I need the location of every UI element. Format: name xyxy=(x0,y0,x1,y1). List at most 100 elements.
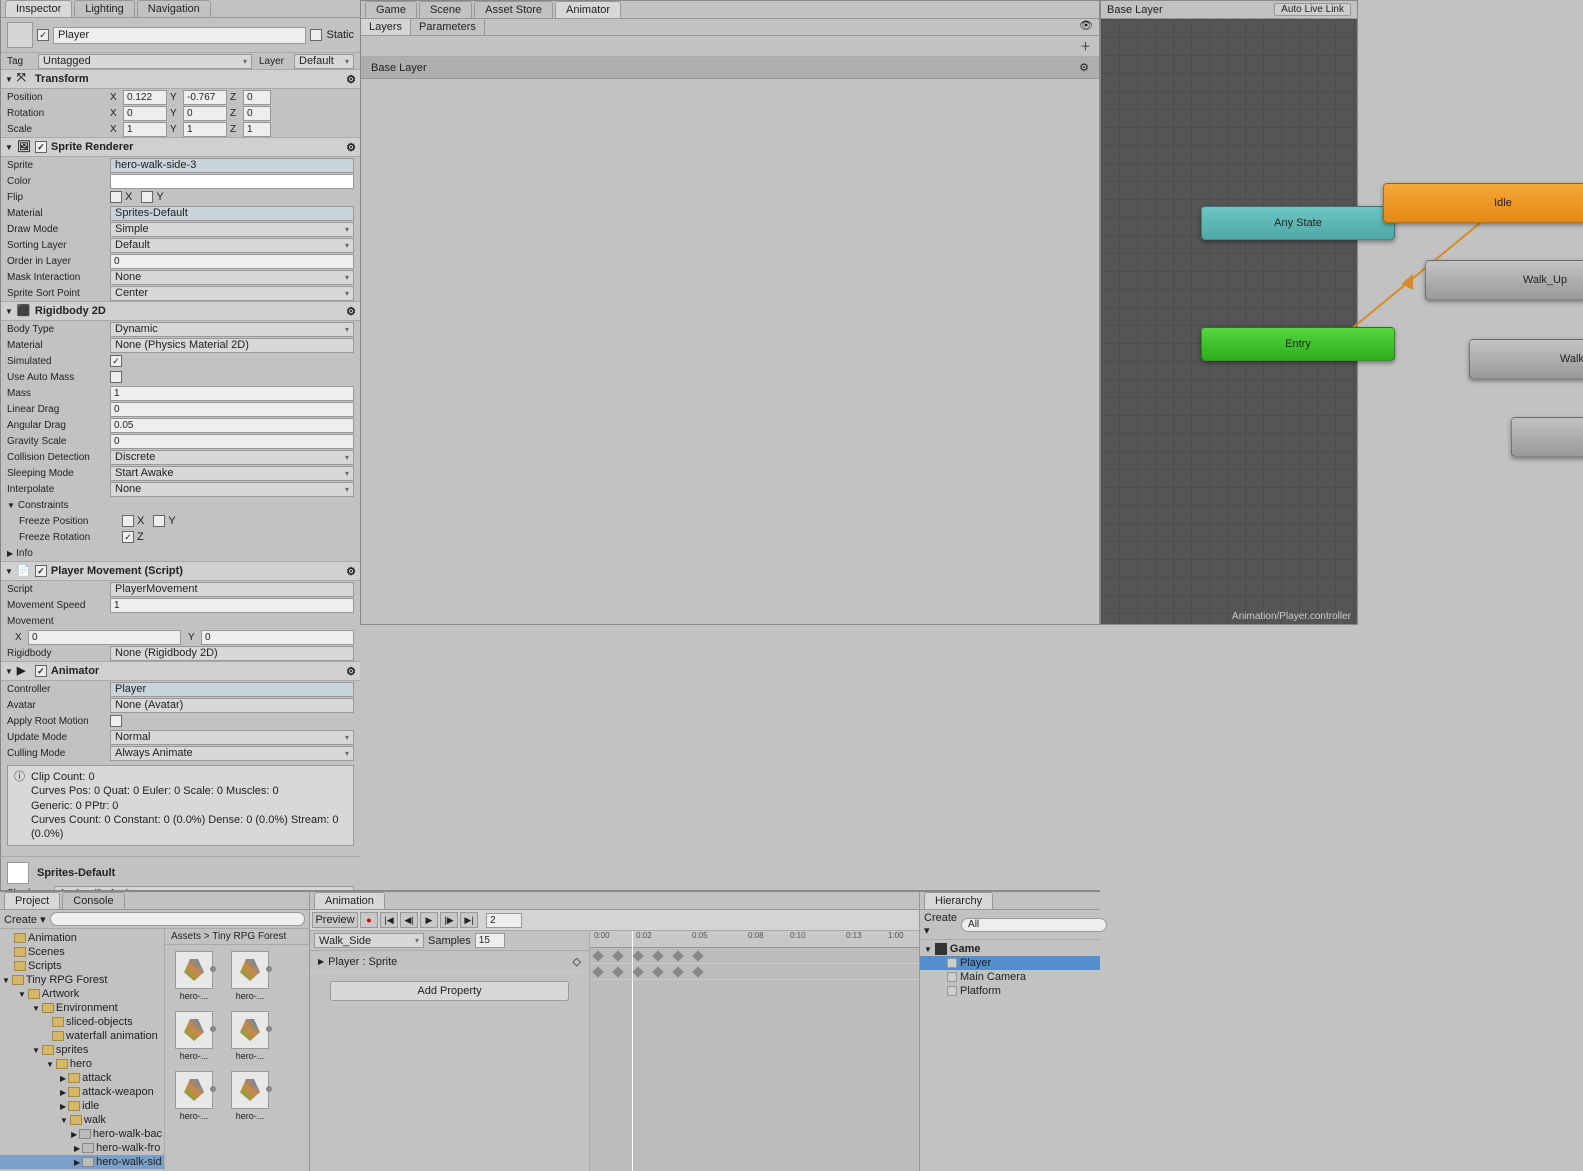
first-frame-button[interactable]: |◀ xyxy=(380,912,398,928)
bodytype-dropdown[interactable]: Dynamic xyxy=(110,322,354,337)
keyframe[interactable] xyxy=(592,966,603,977)
hierarchy-item-platform[interactable]: Platform xyxy=(920,984,1100,998)
keyframe[interactable] xyxy=(672,966,683,977)
gear-icon[interactable]: ⚙ xyxy=(346,73,356,86)
tab-console[interactable]: Console xyxy=(62,892,124,909)
speed-field[interactable] xyxy=(110,598,354,613)
keyframe-row[interactable] xyxy=(590,948,919,964)
breadcrumb[interactable]: Base Layer xyxy=(1107,4,1163,16)
add-layer-button[interactable]: ＋ xyxy=(1080,41,1091,53)
keyframe[interactable] xyxy=(632,950,643,961)
tab-scene[interactable]: Scene xyxy=(419,1,472,18)
pm-enabled[interactable] xyxy=(35,565,47,577)
asset-thumb[interactable]: hero-... xyxy=(171,951,217,1001)
tag-dropdown[interactable]: Untagged xyxy=(38,54,252,69)
active-checkbox[interactable] xyxy=(37,29,49,41)
sleep-dropdown[interactable]: Start Awake xyxy=(110,466,354,481)
asset-thumb[interactable]: hero-... xyxy=(227,951,273,1001)
pos-z[interactable] xyxy=(243,90,271,105)
breadcrumb[interactable]: Assets > Tiny RPG Forest xyxy=(165,929,309,945)
foldout-icon[interactable]: ▼ xyxy=(5,307,13,316)
layer-dropdown[interactable]: Default xyxy=(294,54,354,69)
asset-thumb[interactable]: hero-... xyxy=(171,1011,217,1061)
keyframe-row[interactable] xyxy=(590,964,919,980)
layer-base[interactable]: Base Layer ⚙ xyxy=(361,57,1099,79)
foldout-icon[interactable]: ▶ xyxy=(7,549,13,558)
pos-x[interactable] xyxy=(123,90,167,105)
gameobject-icon[interactable] xyxy=(7,22,33,48)
coll-dropdown[interactable]: Discrete xyxy=(110,450,354,465)
sortpoint-dropdown[interactable]: Center xyxy=(110,286,354,301)
tab-project[interactable]: Project xyxy=(4,892,60,909)
flip-x[interactable] xyxy=(110,191,122,203)
foldout-icon[interactable]: ▼ xyxy=(5,143,13,152)
node-walk-side[interactable]: Walk_Side xyxy=(1511,417,1583,457)
keyframe-icon[interactable]: ◇ xyxy=(573,955,581,968)
sprite-field[interactable]: hero-walk-side-3 xyxy=(110,158,354,173)
foldout-icon[interactable]: ▼ xyxy=(5,667,13,676)
scale-y[interactable] xyxy=(183,122,227,137)
material-field[interactable]: Sprites-Default xyxy=(110,206,354,221)
script-field[interactable]: PlayerMovement xyxy=(110,582,354,597)
keyframe[interactable] xyxy=(692,950,703,961)
pos-y[interactable] xyxy=(183,90,227,105)
lindrag-field[interactable] xyxy=(110,402,354,417)
keyframe[interactable] xyxy=(612,966,623,977)
asset-thumb[interactable]: hero-... xyxy=(227,1071,273,1121)
sr-enabled[interactable] xyxy=(35,141,47,153)
mask-dropdown[interactable]: None xyxy=(110,270,354,285)
tab-inspector[interactable]: Inspector xyxy=(5,0,72,17)
tab-navigation[interactable]: Navigation xyxy=(137,0,211,17)
play-button[interactable]: ▶ xyxy=(420,912,438,928)
property-row[interactable]: ▶Player : Sprite◇ xyxy=(310,951,589,973)
gear-icon[interactable]: ⚙ xyxy=(346,305,356,318)
node-walk-up[interactable]: Walk_Up xyxy=(1425,260,1583,300)
prev-frame-button[interactable]: ◀| xyxy=(400,912,418,928)
gear-icon[interactable]: ⚙ xyxy=(346,665,356,678)
angdrag-field[interactable] xyxy=(110,418,354,433)
move-y[interactable] xyxy=(201,630,354,645)
create-dropdown[interactable]: Create ▾ xyxy=(4,913,46,926)
node-idle[interactable]: Idle xyxy=(1383,183,1583,223)
tab-animator[interactable]: Animator xyxy=(555,1,621,18)
interp-dropdown[interactable]: None xyxy=(110,482,354,497)
scale-z[interactable] xyxy=(243,122,271,137)
order-field[interactable] xyxy=(110,254,354,269)
hierarchy-item-player[interactable]: Player xyxy=(920,956,1100,970)
tab-game[interactable]: Game xyxy=(365,1,417,18)
parameters-tab[interactable]: Parameters xyxy=(411,19,485,35)
frame-input[interactable] xyxy=(486,913,522,928)
gear-icon[interactable]: ⚙ xyxy=(1079,61,1089,74)
asset-thumb[interactable]: hero-... xyxy=(171,1071,217,1121)
timeline[interactable]: 0:00 0:02 0:05 0:08 0:10 0:13 1:00 xyxy=(590,931,919,1171)
move-x[interactable] xyxy=(28,630,181,645)
keyframe[interactable] xyxy=(592,950,603,961)
node-entry[interactable]: Entry xyxy=(1201,327,1395,361)
scale-x[interactable] xyxy=(123,122,167,137)
pm-rb-field[interactable]: None (Rigidbody 2D) xyxy=(110,646,354,661)
gear-icon[interactable]: ⚙ xyxy=(346,565,356,578)
freeze-pos-x[interactable] xyxy=(122,515,134,527)
gravity-field[interactable] xyxy=(110,434,354,449)
root-checkbox[interactable] xyxy=(110,715,122,727)
flip-y[interactable] xyxy=(141,191,153,203)
node-walk-down[interactable]: Walk_Down xyxy=(1469,339,1583,379)
keyframe[interactable] xyxy=(612,950,623,961)
hierarchy-item-camera[interactable]: Main Camera xyxy=(920,970,1100,984)
freeze-pos-y[interactable] xyxy=(153,515,165,527)
rot-x[interactable] xyxy=(123,106,167,121)
tab-animation[interactable]: Animation xyxy=(314,892,385,909)
tab-lighting[interactable]: Lighting xyxy=(74,0,135,17)
add-property-button[interactable]: Add Property xyxy=(330,981,569,1001)
create-dropdown[interactable]: Create ▾ xyxy=(924,912,957,937)
keyframe[interactable] xyxy=(632,966,643,977)
keyframe[interactable] xyxy=(652,966,663,977)
search-input[interactable] xyxy=(50,912,305,926)
rb-material-field[interactable]: None (Physics Material 2D) xyxy=(110,338,354,353)
foldout-icon[interactable]: ▼ xyxy=(7,501,15,510)
keyframe[interactable] xyxy=(692,966,703,977)
animator-graph[interactable]: Any State Idle Walk_Up Entry Walk_Down W… xyxy=(1101,19,1357,624)
tab-asset-store[interactable]: Asset Store xyxy=(474,1,553,18)
sortlayer-dropdown[interactable]: Default xyxy=(110,238,354,253)
update-dropdown[interactable]: Normal xyxy=(110,730,354,745)
